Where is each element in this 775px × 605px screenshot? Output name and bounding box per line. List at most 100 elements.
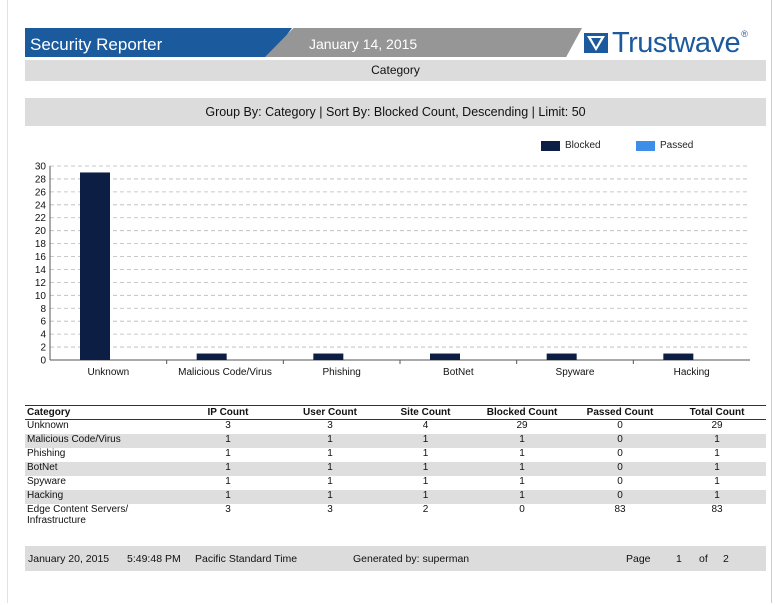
cell-passed-count: 0 (572, 462, 668, 476)
cell-blocked-count: 0 (519, 504, 525, 515)
report-heading: Category (25, 60, 766, 81)
cell-ip-count: 1 (225, 448, 231, 459)
cell-user-count: 1 (281, 462, 379, 476)
table-row: Spyware 1 1 1 1 0 1 (25, 476, 766, 490)
col-header-site-count: Site Count (379, 405, 472, 420)
y-tick-label: 26 (35, 187, 47, 198)
bar-blocked (80, 172, 110, 360)
cell-site-count: 1 (379, 434, 472, 448)
cell-ip-count: 3 (225, 504, 231, 515)
x-tick-label: Spyware (556, 367, 595, 378)
report-footer: January 20, 2015 5:49:48 PM Pacific Stan… (25, 546, 766, 571)
footer-timezone: Pacific Standard Time (195, 553, 298, 565)
cell-passed-count: 0 (617, 420, 623, 431)
y-tick-label: 12 (35, 278, 47, 289)
cell-blocked-count: 1 (519, 448, 525, 459)
cell-category: Spyware (27, 476, 66, 487)
bar-blocked (313, 353, 344, 360)
cell-category: Edge Content Servers/ Infrastructure (27, 504, 129, 526)
cell-category: Hacking (25, 490, 175, 504)
x-tick-label: Phishing (322, 367, 360, 378)
cell-category: Malicious Code/Virus (25, 434, 175, 448)
x-tick-label: Malicious Code/Virus (178, 367, 272, 378)
cell-user-count: 1 (327, 476, 333, 487)
x-tick-label: Hacking (674, 367, 710, 378)
cell-passed-count: 83 (614, 504, 626, 515)
cell-site-count: 1 (422, 448, 429, 459)
y-tick-label: 8 (40, 304, 46, 315)
cell-total-count: 29 (711, 420, 723, 431)
col-header-ip-count: IP Count (175, 405, 281, 420)
footer-page-total: 2 (723, 553, 729, 565)
trustwave-logo-icon (584, 33, 608, 53)
category-bar-chart: 024681012141618202224262830Unknown Malici… (35, 162, 750, 378)
cell-category: Phishing (27, 448, 66, 459)
cell-site-count: 2 (422, 504, 429, 515)
footer-page-label: Page (626, 553, 651, 565)
cell-user-count: 1 (281, 490, 379, 504)
report-date: January 14, 2015 (309, 36, 418, 52)
x-tick-label: Unknown (87, 367, 129, 378)
y-tick-label: 22 (35, 213, 47, 224)
cell-blocked-count: 1 (519, 476, 525, 487)
cell-total-count: 1 (714, 476, 720, 487)
col-header-passed-count: Passed Count (572, 405, 668, 420)
footer-of-label: of (699, 553, 708, 565)
y-tick-label: 30 (35, 162, 47, 173)
cell-total-count: 1 (668, 490, 766, 504)
cell-total-count: 1 (714, 448, 720, 459)
table-row: Phishing 1 1 1 1 0 1 (25, 448, 766, 462)
bar-blocked (430, 353, 460, 360)
trustwave-logo: Trustwave ® (584, 26, 748, 60)
cell-total-count: 1 (668, 434, 766, 448)
table-header-row: Category IP Count User Count Site Count … (25, 405, 766, 420)
y-tick-label: 0 (40, 356, 46, 367)
y-tick-label: 16 (35, 252, 47, 263)
x-tick-label: BotNet (443, 367, 474, 378)
bar-blocked (663, 353, 694, 360)
cell-site-count: 1 (422, 476, 429, 487)
bar-blocked (196, 353, 227, 360)
cell-user-count: 1 (327, 448, 333, 459)
cell-site-count: 1 (379, 462, 472, 476)
group-by-bar: Group By: Category | Sort By: Blocked Co… (25, 98, 766, 126)
cell-passed-count: 0 (572, 434, 668, 448)
cell-site-count: 4 (422, 420, 429, 431)
cell-category: Unknown (27, 420, 69, 431)
table-row: Edge Content Servers/ Infrastructure 3 3 2 0… (25, 504, 766, 526)
col-header-total-count: Total Count (668, 405, 766, 420)
col-header-category: Category (25, 405, 175, 420)
cell-passed-count: 0 (617, 476, 623, 487)
table-row: Malicious Code/Virus 1 1 1 1 0 1 (25, 434, 766, 448)
table-row: Hacking 1 1 1 1 0 1 (25, 490, 766, 504)
cell-user-count: 1 (281, 434, 379, 448)
cell-blocked-count: 1 (472, 490, 572, 504)
y-tick-label: 14 (35, 265, 47, 276)
logo-registered-mark: ® (741, 29, 748, 39)
y-tick-label: 6 (40, 317, 46, 328)
table-row: BotNet 1 1 1 1 0 1 (25, 462, 766, 476)
cell-total-count: 1 (668, 462, 766, 476)
cell-ip-count: 1 (175, 434, 281, 448)
col-header-user-count: User Count (281, 405, 379, 420)
cell-category: BotNet (25, 462, 175, 476)
logo-text: Trustwave (612, 26, 741, 59)
footer-date: January 20, 2015 (28, 553, 110, 565)
app-title: Security Reporter (30, 35, 163, 54)
cell-ip-count: 1 (175, 462, 281, 476)
app-title-bar: Security Reporter (25, 28, 292, 57)
table-row: Unknown 3 3 4 29 0 29 (25, 420, 766, 435)
y-tick-label: 20 (35, 226, 47, 237)
y-tick-label: 4 (40, 330, 46, 341)
bar-blocked (546, 353, 577, 360)
footer-page-number: 1 (676, 553, 682, 565)
y-tick-label: 24 (35, 200, 47, 211)
cell-blocked-count: 1 (472, 434, 572, 448)
cell-blocked-count: 1 (472, 462, 572, 476)
y-tick-label: 28 (35, 174, 47, 185)
cell-site-count: 1 (379, 490, 472, 504)
col-header-blocked-count: Blocked Count (472, 405, 572, 420)
legend-blocked-swatch (541, 140, 560, 151)
footer-time: 5:49:48 PM (127, 553, 181, 565)
cell-passed-count: 0 (617, 448, 623, 459)
